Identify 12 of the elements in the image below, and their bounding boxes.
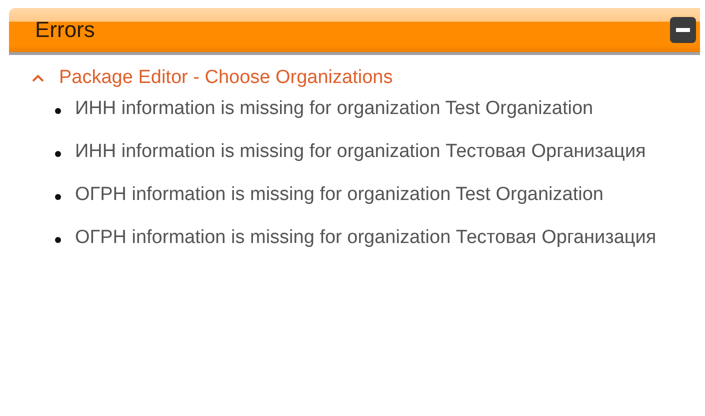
error-message: ИНН information is missing for organization Test Organization	[75, 97, 594, 121]
error-message: ОГРН information is missing for organization Test Organization	[75, 183, 604, 207]
panel-title: Errors	[35, 17, 95, 43]
bullet-icon	[55, 151, 61, 157]
caret-icon[interactable]	[31, 73, 45, 83]
bullet-icon	[55, 237, 61, 243]
error-message: ОГРН information is missing for organization Тестовая Организация	[75, 226, 658, 250]
minimize-button[interactable]	[670, 17, 696, 43]
bullet-icon	[55, 194, 61, 200]
error-message: ИНН information is missing for organization Тестовая Организация	[75, 140, 647, 164]
group-title[interactable]: Package Editor - Choose Organizations	[59, 67, 393, 89]
bullet-icon	[55, 108, 61, 114]
